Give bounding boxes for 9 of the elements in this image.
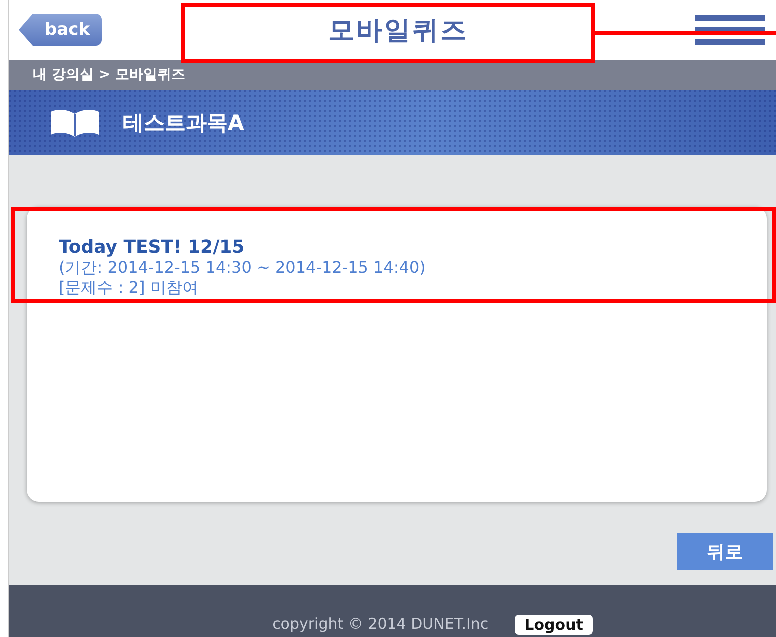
quiz-period: (기간: 2014-12-15 14:30 ~ 2014-12-15 14:40) bbox=[59, 258, 427, 278]
copyright-text: copyright © 2014 DUNET.Inc bbox=[272, 615, 489, 635]
breadcrumb: 내 강의실 > 모바일퀴즈 bbox=[33, 66, 186, 84]
quiz-title-link[interactable]: Today TEST! 12/15 bbox=[59, 237, 735, 258]
page-title: 모바일퀴즈 bbox=[328, 14, 469, 48]
course-title: 테스트과목A bbox=[123, 110, 244, 136]
quiz-status: [문제수 : 2] 미참여 bbox=[59, 278, 200, 298]
book-icon bbox=[49, 108, 101, 138]
logout-button[interactable]: Logout bbox=[514, 615, 594, 635]
